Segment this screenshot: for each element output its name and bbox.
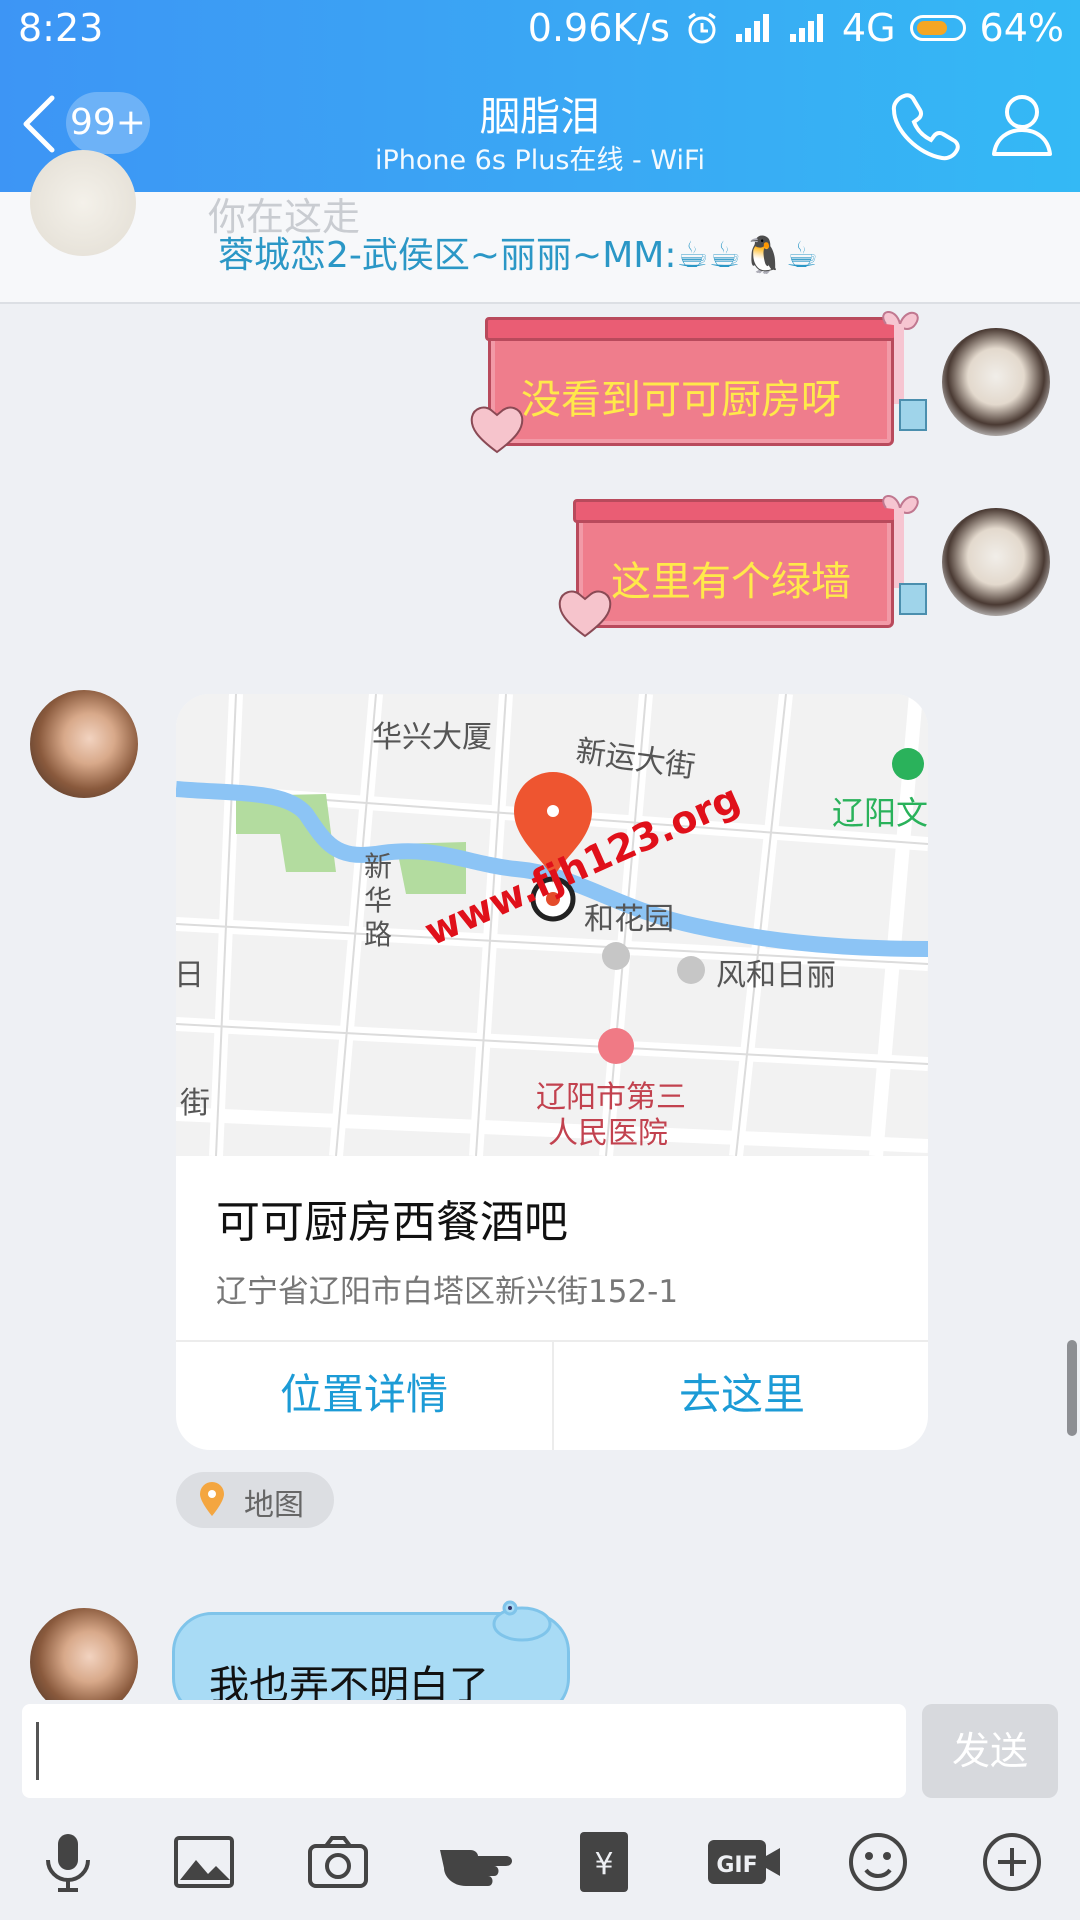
svg-text:GIF: GIF — [716, 1853, 757, 1878]
profile-icon[interactable] — [984, 86, 1060, 162]
location-details-button[interactable]: 位置详情 — [176, 1340, 552, 1450]
microphone-icon[interactable] — [36, 1830, 100, 1894]
alarm-icon — [688, 12, 716, 44]
location-pin-icon — [200, 1482, 224, 1516]
map-label: 华兴大厦 — [372, 720, 492, 755]
map-label: 风和日丽 — [716, 958, 836, 993]
map-label: 辽阳文 — [832, 794, 928, 832]
battery-level: 64% — [979, 6, 1064, 50]
signal-icon-2 — [789, 14, 823, 42]
message-text: 没看到可可厨房呀 — [521, 377, 841, 423]
location-card[interactable]: 华兴大厦 新运大街 辽阳文 新华路 和花园 风和日丽 日 街 辽阳市第三 人民医… — [176, 694, 928, 1450]
poke-icon[interactable] — [436, 1830, 516, 1894]
battery-icon — [909, 15, 966, 41]
text-caret — [36, 1722, 39, 1780]
location-name: 可可厨房西餐酒吧 — [216, 1197, 568, 1248]
map-preview[interactable]: 华兴大厦 新运大街 辽阳文 新华路 和花园 风和日丽 日 街 辽阳市第三 人民医… — [176, 694, 928, 1157]
phone-icon[interactable] — [886, 86, 962, 162]
previous-message-text: 蓉城恋2-武侯区~丽丽~MM:☕☕🐧☕ — [218, 235, 819, 276]
send-button[interactable]: 发送 — [922, 1704, 1058, 1798]
camera-icon[interactable] — [306, 1830, 370, 1894]
avatar[interactable] — [942, 508, 1050, 616]
map-label: 和花园 — [584, 902, 674, 937]
svg-text:¥: ¥ — [594, 1847, 613, 1882]
status-right: 0.96K/s 4G 64% — [528, 6, 1064, 50]
gift-ribbon-icon — [882, 495, 927, 615]
signal-icon — [735, 14, 769, 42]
message-input[interactable] — [22, 1704, 906, 1798]
heart-sticker-icon — [470, 406, 524, 454]
plus-icon[interactable] — [980, 1830, 1044, 1894]
network-speed: 0.96K/s — [527, 6, 670, 50]
avatar[interactable] — [942, 328, 1050, 436]
scrollbar[interactable] — [1067, 1340, 1077, 1436]
navigate-here-button[interactable]: 去这里 — [554, 1340, 928, 1450]
map-chip-label: 地图 — [244, 1488, 304, 1523]
map-label: 街 — [180, 1086, 210, 1121]
status-time: 8:23 — [18, 6, 104, 50]
message-text: 这里有个绿墙 — [611, 559, 851, 605]
heart-sticker-icon — [558, 590, 612, 638]
gift-ribbon-icon — [882, 311, 927, 431]
avatar[interactable] — [30, 690, 138, 798]
chat-header: 8:23 0.96K/s 4G 64% 99+ 胭脂泪 iPhone 6s Pl… — [0, 0, 1080, 192]
emoji-icon[interactable] — [846, 1830, 910, 1894]
map-source-chip[interactable]: 地图 — [176, 1472, 334, 1528]
bubble-hippo-ear-icon — [492, 1600, 552, 1642]
previous-message-strip: 你在这走 蓉城恋2-武侯区~丽丽~MM:☕☕🐧☕ — [0, 150, 1080, 304]
map-label: 日 — [176, 958, 204, 993]
message-bubble-self[interactable]: 这里有个绿墙 — [573, 499, 897, 628]
red-packet-icon[interactable]: ¥ — [574, 1830, 634, 1894]
map-label: 新华路 — [364, 850, 393, 951]
gif-icon[interactable]: GIF — [704, 1830, 784, 1894]
map-label: 人民医院 — [548, 1116, 668, 1151]
avatar[interactable] — [30, 150, 136, 256]
image-icon[interactable] — [172, 1830, 236, 1894]
location-address: 辽宁省辽阳市白塔区新兴街152-1 — [216, 1274, 679, 1310]
message-bubble-self[interactable]: 没看到可可厨房呀 — [485, 317, 897, 446]
network-type: 4G — [841, 6, 896, 50]
status-bar: 8:23 0.96K/s 4G 64% — [0, 0, 1080, 58]
